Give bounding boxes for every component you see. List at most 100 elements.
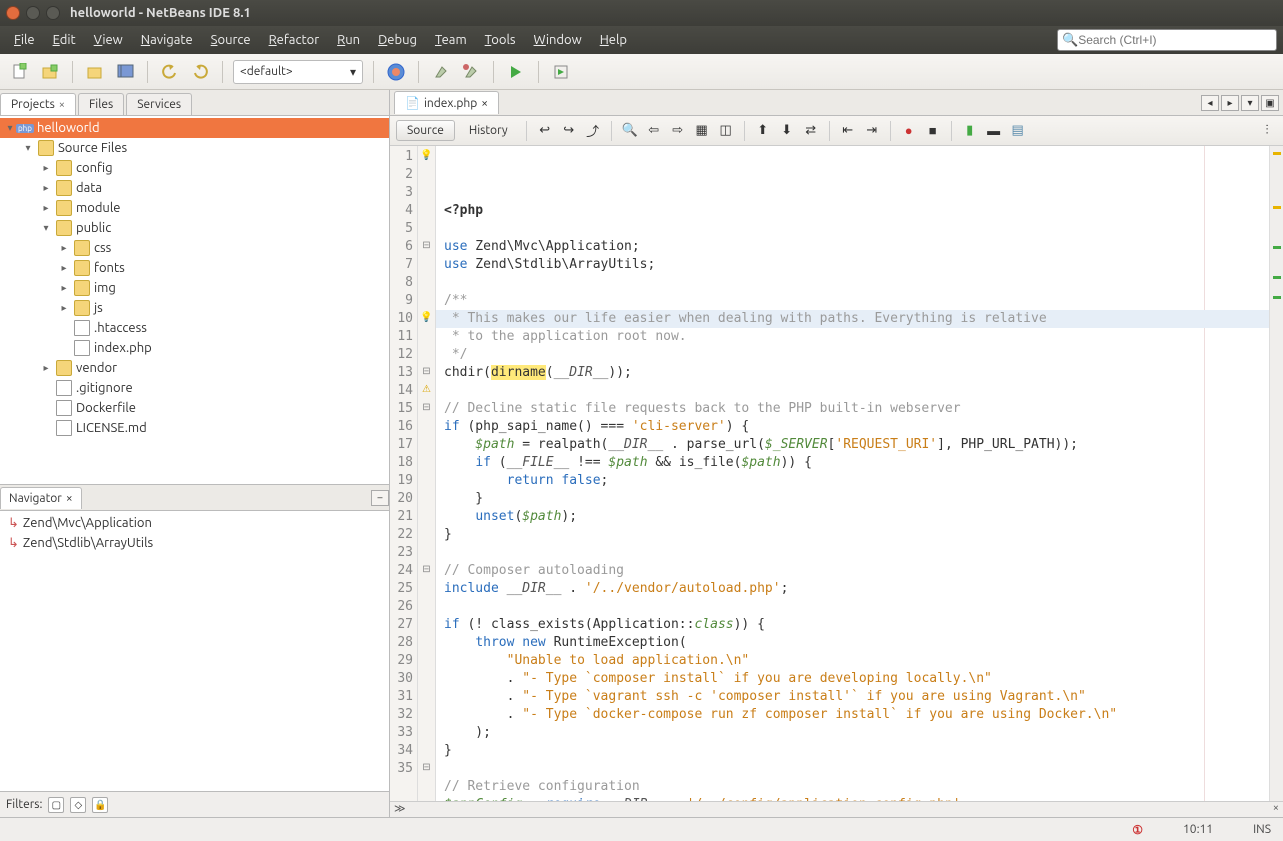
editor-next-button[interactable]: ▸	[1221, 95, 1239, 111]
minimize-panel-button[interactable]: –	[371, 490, 389, 506]
open-project-button[interactable]	[83, 60, 107, 84]
macro-record-icon[interactable]: ●	[899, 121, 919, 141]
editor-prev-button[interactable]: ◂	[1201, 95, 1219, 111]
navigator-item[interactable]: ↳Zend\Stdlib\ArrayUtils	[0, 533, 389, 553]
close-breadcrumb-icon[interactable]: ×	[1273, 802, 1279, 817]
navigator-tab[interactable]: Navigator×	[0, 487, 82, 509]
tree-node[interactable]: ▸module	[0, 198, 389, 218]
breadcrumb-expand-icon[interactable]: ≫	[394, 802, 406, 817]
find-next-icon[interactable]: ⇨	[668, 121, 688, 141]
menu-window[interactable]: Window	[526, 31, 590, 49]
menu-team[interactable]: Team	[427, 31, 475, 49]
debug-button[interactable]	[549, 60, 573, 84]
find-selection-icon[interactable]: 🔍	[620, 121, 640, 141]
left-tab-projects[interactable]: Projects ×	[0, 93, 76, 115]
new-project-button[interactable]	[38, 60, 62, 84]
line-number-gutter[interactable]: 1234567891011121314151617181920212223242…	[390, 146, 418, 801]
shift-left-icon[interactable]: ⇤	[838, 121, 858, 141]
error-count-badge[interactable]: ① 1	[1132, 823, 1143, 837]
nav-fwd-icon[interactable]: ↪	[559, 121, 579, 141]
macro-stop-icon[interactable]: ■	[923, 121, 943, 141]
redo-button[interactable]	[188, 60, 212, 84]
error-stripe[interactable]	[1269, 146, 1283, 801]
editor-tab-index-php[interactable]: 📄 index.php ×	[394, 91, 499, 114]
editor-maximize-button[interactable]: ▣	[1261, 95, 1279, 111]
prev-bookmark-icon[interactable]: ⬆	[753, 121, 773, 141]
find-prev-icon[interactable]: ⇦	[644, 121, 664, 141]
cursor-position: 10:11	[1183, 823, 1213, 836]
filter-nonpublic-button[interactable]: 🔒	[92, 797, 108, 813]
navigator-tree[interactable]: ↳Zend\Mvc\Application↳Zend\Stdlib\ArrayU…	[0, 511, 389, 791]
filter-static-button[interactable]: ◇	[70, 797, 86, 813]
comment-icon[interactable]: ▮	[960, 121, 980, 141]
menu-run[interactable]: Run	[329, 31, 368, 49]
menu-view[interactable]: View	[86, 31, 131, 49]
tree-node[interactable]: index.php	[0, 338, 389, 358]
tree-node[interactable]: ▸data	[0, 178, 389, 198]
filters-bar: Filters: ▢ ◇ 🔒	[0, 791, 389, 817]
tree-node[interactable]: ▸js	[0, 298, 389, 318]
code-area[interactable]: <?phpuse Zend\Mvc\Application;use Zend\S…	[436, 146, 1269, 801]
run-button[interactable]	[504, 60, 528, 84]
left-tab-services[interactable]: Services	[126, 93, 192, 115]
browser-button[interactable]	[384, 60, 408, 84]
nav-back-icon[interactable]: ↩	[535, 121, 555, 141]
menu-file[interactable]: File	[6, 31, 43, 49]
tree-node[interactable]: ▾Source Files	[0, 138, 389, 158]
tree-node[interactable]: .htaccess	[0, 318, 389, 338]
menu-source[interactable]: Source	[203, 31, 259, 49]
new-file-button[interactable]	[8, 60, 32, 84]
window-minimize-button[interactable]	[26, 6, 40, 20]
editor-list-button[interactable]: ▾	[1241, 95, 1259, 111]
window-close-button[interactable]	[6, 6, 20, 20]
diff-icon[interactable]: ⇄	[801, 121, 821, 141]
last-edit-icon[interactable]: ⤴	[583, 121, 603, 141]
chevron-down-icon: ▾	[350, 65, 356, 79]
tree-node[interactable]: .gitignore	[0, 378, 389, 398]
uncomment-icon[interactable]: ▬	[984, 121, 1004, 141]
menu-help[interactable]: Help	[592, 31, 635, 49]
undo-button[interactable]	[158, 60, 182, 84]
filter-fields-button[interactable]: ▢	[48, 797, 64, 813]
next-bookmark-icon[interactable]: ⬇	[777, 121, 797, 141]
menu-tools[interactable]: Tools	[477, 31, 524, 49]
clean-build-button[interactable]	[459, 60, 483, 84]
close-tab-icon[interactable]: ×	[481, 97, 488, 110]
quick-search[interactable]: 🔍	[1057, 29, 1277, 51]
insert-mode[interactable]: INS	[1253, 823, 1271, 836]
split-icon[interactable]: ⫶	[1257, 121, 1277, 141]
history-view-button[interactable]: History	[459, 121, 518, 140]
menu-refactor[interactable]: Refactor	[261, 31, 328, 49]
shift-right-icon[interactable]: ⇥	[862, 121, 882, 141]
tree-node[interactable]: LICENSE.md	[0, 418, 389, 438]
close-icon[interactable]: ×	[59, 99, 65, 111]
build-button[interactable]	[429, 60, 453, 84]
glyph-margin[interactable]: 💡⊟💡⊟⚠⊟⊟⊟	[418, 146, 436, 801]
close-icon[interactable]: ×	[66, 492, 73, 505]
menu-navigate[interactable]: Navigate	[133, 31, 201, 49]
source-view-button[interactable]: Source	[396, 120, 455, 141]
tree-node[interactable]: ▸css	[0, 238, 389, 258]
window-titlebar: helloworld - NetBeans IDE 8.1	[0, 0, 1283, 26]
editor-breadcrumb: ≫ ×	[390, 801, 1283, 817]
window-title: helloworld - NetBeans IDE 8.1	[70, 6, 251, 20]
toggle-bookmark-icon[interactable]: ◫	[716, 121, 736, 141]
menu-debug[interactable]: Debug	[370, 31, 425, 49]
navigator-item[interactable]: ↳Zend\Mvc\Application	[0, 513, 389, 533]
left-tab-files[interactable]: Files	[78, 93, 124, 115]
project-tree[interactable]: ▾phphelloworld▾Source Files▸config▸data▸…	[0, 116, 389, 484]
search-input[interactable]	[1078, 33, 1272, 47]
window-maximize-button[interactable]	[46, 6, 60, 20]
menu-edit[interactable]: Edit	[45, 31, 84, 49]
toggle-highlight-icon[interactable]: ▦	[692, 121, 712, 141]
tree-node[interactable]: ▾public	[0, 218, 389, 238]
run-config-combo[interactable]: <default>▾	[233, 60, 363, 84]
tree-node[interactable]: ▸fonts	[0, 258, 389, 278]
tree-node[interactable]: ▸vendor	[0, 358, 389, 378]
tree-node[interactable]: ▸config	[0, 158, 389, 178]
save-all-button[interactable]	[113, 60, 137, 84]
format-icon[interactable]: ▤	[1008, 121, 1028, 141]
tree-node[interactable]: ▾phphelloworld	[0, 118, 389, 138]
tree-node[interactable]: Dockerfile	[0, 398, 389, 418]
tree-node[interactable]: ▸img	[0, 278, 389, 298]
